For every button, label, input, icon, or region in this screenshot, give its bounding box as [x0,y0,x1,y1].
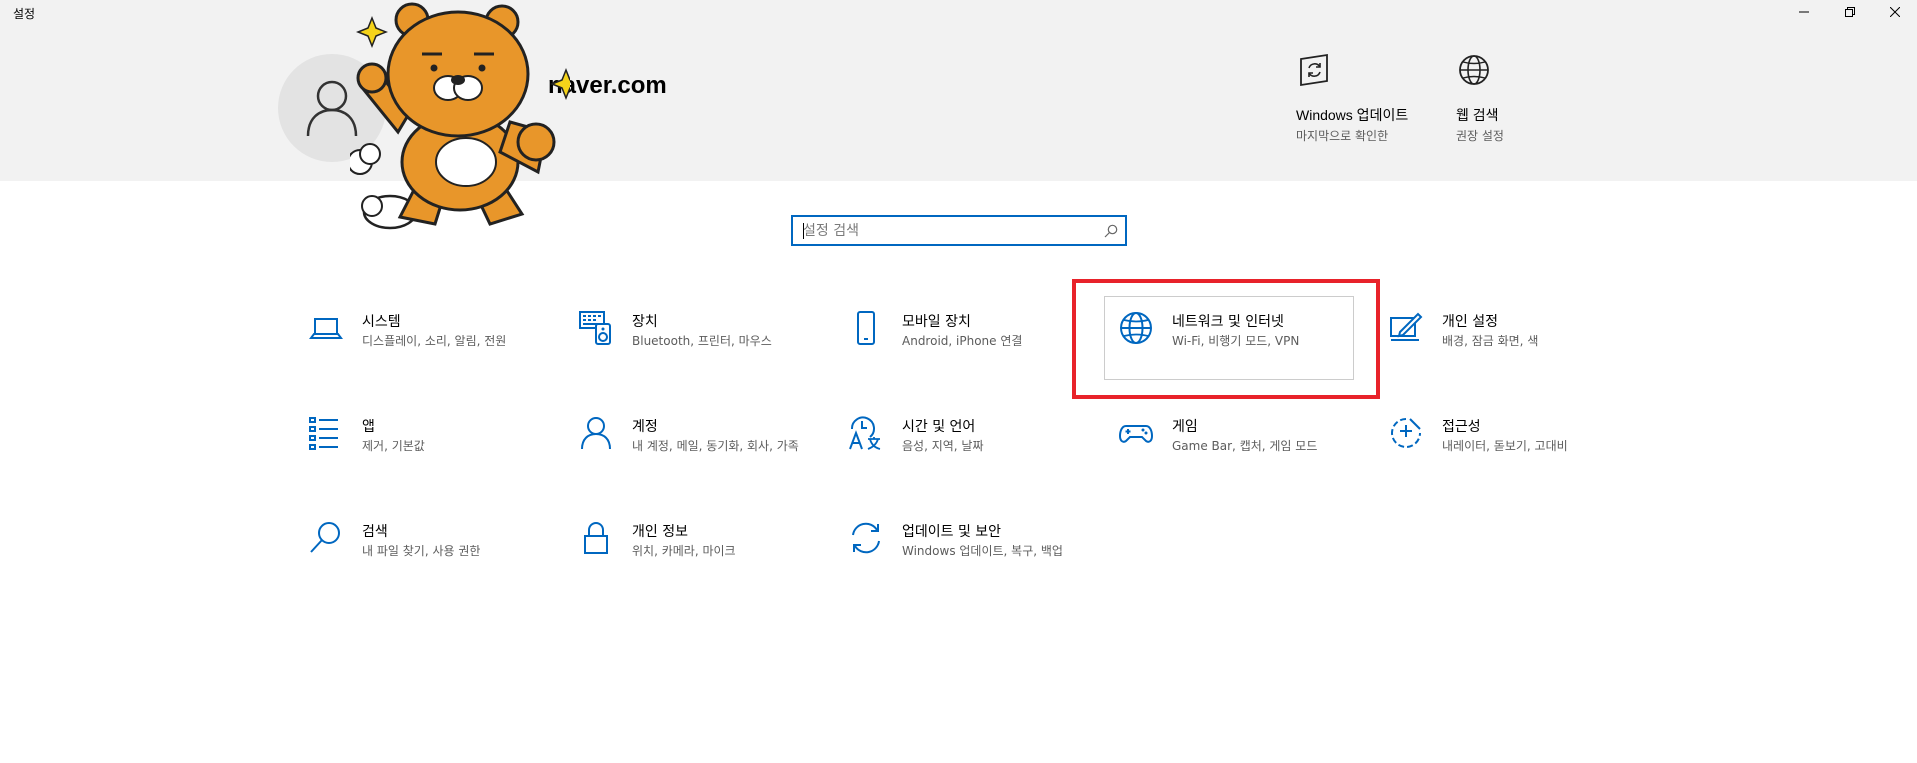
window-title: 설정 [13,7,36,21]
restore-button[interactable] [1827,0,1873,24]
tile-description: 디스플레이, 소리, 알림, 전원 [362,334,507,348]
tile-title: 계정 [632,419,658,435]
tile-title: 개인 정보 [632,524,688,540]
settings-search-box[interactable] [791,215,1127,246]
tile-description: Windows 업데이트, 복구, 백업 [902,544,1063,558]
tile-title: 장치 [632,314,658,330]
tile-title: 업데이트 및 보안 [902,524,1002,540]
person-icon [581,417,611,450]
tile-description: Android, iPhone 연결 [902,334,1023,348]
search-input[interactable] [793,217,1097,244]
search-icon [1104,224,1118,237]
tile-privacy[interactable]: 개인 정보 위치, 카메라, 마이크 [578,520,838,600]
tile-title: 검색 [362,524,388,540]
tile-description: 내레이터, 돋보기, 고대비 [1442,439,1568,453]
quick-link-windows-update[interactable]: Windows 업데이트 마지막으로 확인한 [1296,52,1416,144]
tile-title: 개인 설정 [1442,314,1498,330]
quick-link-subtitle: 권장 설정 [1456,129,1504,143]
tile-network-internet[interactable]: 네트워크 및 인터넷 Wi-Fi, 비행기 모드, VPN [1118,310,1378,390]
tile-description: 위치, 카메라, 마이크 [632,544,736,558]
apps-icon [309,417,338,450]
quick-link-subtitle: 마지막으로 확인한 [1296,129,1389,143]
tile-personalization[interactable]: 개인 설정 배경, 잠금 화면, 색 [1388,310,1648,390]
tile-apps[interactable]: 앱 제거, 기본값 [308,415,568,495]
devices-icon [579,311,611,345]
phone-icon [857,311,875,345]
tile-update-security[interactable]: 업데이트 및 보안 Windows 업데이트, 복구, 백업 [848,520,1108,600]
tile-title: 시간 및 언어 [902,419,976,435]
gamepad-icon [1118,425,1154,443]
tile-description: Bluetooth, 프린터, 마우스 [632,334,772,348]
tile-description: 내 파일 찾기, 사용 권한 [362,544,481,558]
search-button[interactable] [1097,224,1125,238]
time-language-icon [849,416,881,450]
tile-title: 네트워크 및 인터넷 [1172,314,1284,330]
quick-link-title: Windows 업데이트 [1296,107,1409,123]
tile-search[interactable]: 검색 내 파일 찾기, 사용 권한 [308,520,568,600]
tile-description: Game Bar, 캡처, 게임 모드 [1172,439,1318,453]
tile-description: 내 계정, 메일, 동기화, 회사, 가족 [632,439,799,453]
accessibility-icon [1391,418,1421,448]
close-button[interactable] [1872,0,1917,24]
text-caret [803,223,804,239]
header-band: 설정 naver.com Windows 업데이트 마지막으로 확인한 웹 검색… [0,0,1917,181]
quick-link-title: 웹 검색 [1456,107,1499,123]
tile-devices[interactable]: 장치 Bluetooth, 프린터, 마우스 [578,310,838,390]
tile-title: 시스템 [362,314,401,330]
minimize-button[interactable] [1781,0,1827,24]
laptop-icon [309,318,343,339]
minimize-icon [1799,11,1809,13]
tile-gaming[interactable]: 게임 Game Bar, 캡처, 게임 모드 [1118,415,1378,495]
tile-description: 음성, 지역, 날짜 [902,439,984,453]
globe-icon [1120,312,1152,344]
search-icon [310,522,340,553]
close-icon [1890,7,1900,17]
tile-title: 모바일 장치 [902,314,971,330]
personalization-icon [1390,312,1423,341]
tile-description: Wi-Fi, 비행기 모드, VPN [1172,334,1300,348]
lock-icon [584,522,608,554]
tile-title: 접근성 [1442,419,1481,435]
tile-accessibility[interactable]: 접근성 내레이터, 돋보기, 고대비 [1388,415,1648,495]
globe-icon [1459,55,1489,85]
quick-link-web-search[interactable]: 웹 검색 권장 설정 [1456,52,1576,144]
tile-system[interactable]: 시스템 디스플레이, 소리, 알림, 전원 [308,310,568,390]
tile-time-language[interactable]: 시간 및 언어 음성, 지역, 날짜 [848,415,1108,495]
tile-title: 앱 [362,419,375,435]
tile-description: 제거, 기본값 [362,439,425,453]
restore-icon [1845,7,1855,17]
sync-icon [852,522,880,554]
tile-mobile-devices[interactable]: 모바일 장치 Android, iPhone 연결 [848,310,1108,390]
tile-description: 배경, 잠금 화면, 색 [1442,334,1539,348]
bear-sticker-image [350,2,570,230]
windows-update-icon [1300,53,1328,87]
tile-title: 게임 [1172,419,1198,435]
tile-accounts[interactable]: 계정 내 계정, 메일, 동기화, 회사, 가족 [578,415,838,495]
